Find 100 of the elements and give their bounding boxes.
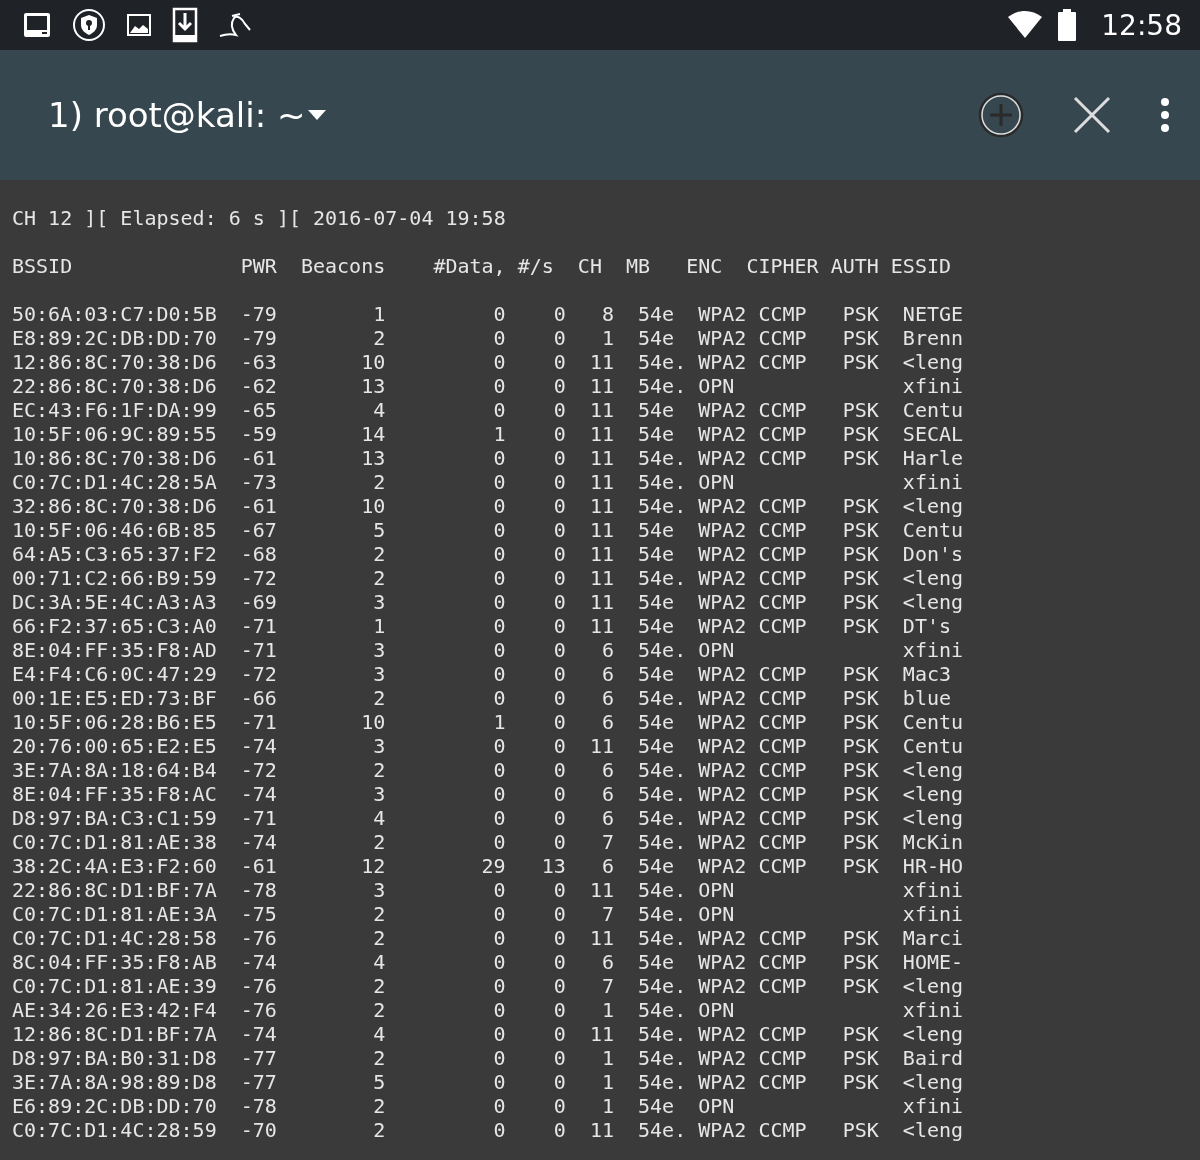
table-cell: 54e. bbox=[638, 902, 687, 926]
table-cell: -65 bbox=[240, 398, 277, 422]
table-cell: 11 bbox=[589, 446, 614, 470]
table-cell: -61 bbox=[240, 494, 277, 518]
table-cell: <leng bbox=[902, 350, 964, 374]
table-cell: 6 bbox=[601, 782, 614, 806]
table-cell: 0 bbox=[553, 734, 566, 758]
table-cell: PSK bbox=[842, 950, 879, 974]
table-cell: C0:7C:D1:4C:28:58 bbox=[12, 926, 217, 950]
table-cell: AE:34:26:E3:42:F4 bbox=[12, 998, 217, 1022]
table-cell: 0 bbox=[493, 1046, 506, 1070]
table-cell: 0 bbox=[553, 302, 566, 326]
table-cell: CCMP bbox=[758, 422, 807, 446]
table-cell: 11 bbox=[589, 542, 614, 566]
table-cell: C0:7C:D1:81:AE:39 bbox=[12, 974, 217, 998]
table-cell: 29 bbox=[481, 854, 506, 878]
table-cell: 66:F2:37:65:C3:A0 bbox=[12, 614, 217, 638]
add-session-button[interactable] bbox=[978, 92, 1024, 138]
table-cell: CCMP bbox=[758, 782, 807, 806]
table-cell: 54e. bbox=[638, 566, 687, 590]
table-cell: CCMP bbox=[758, 398, 807, 422]
table-cell: 0 bbox=[493, 374, 506, 398]
table-cell: 2 bbox=[373, 1046, 386, 1070]
table-cell: DC:3A:5E:4C:A3:A3 bbox=[12, 590, 217, 614]
table-cell: 2 bbox=[373, 686, 386, 710]
table-cell: 0 bbox=[493, 686, 506, 710]
table-cell: 38:2C:4A:E3:F2:60 bbox=[12, 854, 217, 878]
table-cell: -78 bbox=[240, 1094, 277, 1118]
table-cell: WPA2 bbox=[698, 1118, 747, 1142]
table-cell: 54e bbox=[638, 1094, 675, 1118]
table-cell: 0 bbox=[493, 758, 506, 782]
column-header: ENC bbox=[686, 254, 723, 278]
table-cell: PSK bbox=[842, 686, 879, 710]
table-cell: 0 bbox=[553, 998, 566, 1022]
table-cell: CCMP bbox=[758, 1046, 807, 1070]
table-cell: 0 bbox=[553, 830, 566, 854]
table-cell: WPA2 bbox=[698, 782, 747, 806]
table-cell: 54e. bbox=[638, 758, 687, 782]
table-cell: 54e bbox=[638, 518, 675, 542]
table-cell: <leng bbox=[902, 974, 964, 998]
table-cell: 54e bbox=[638, 710, 675, 734]
table-cell: CCMP bbox=[758, 302, 807, 326]
table-cell: 0 bbox=[553, 710, 566, 734]
table-cell: PSK bbox=[842, 614, 879, 638]
table-cell: CCMP bbox=[758, 734, 807, 758]
table-cell: 0 bbox=[493, 1070, 506, 1094]
column-header: MB bbox=[626, 254, 651, 278]
column-header: #Data, bbox=[433, 254, 506, 278]
table-cell: 54e. bbox=[638, 470, 687, 494]
table-cell: 00:71:C2:66:B9:59 bbox=[12, 566, 217, 590]
table-cell: -67 bbox=[240, 518, 277, 542]
table-cell: PSK bbox=[842, 566, 879, 590]
table-cell: 8C:04:FF:35:F8:AB bbox=[12, 950, 217, 974]
menu-button[interactable] bbox=[1160, 97, 1170, 133]
table-cell: 0 bbox=[553, 374, 566, 398]
table-cell: 0 bbox=[553, 446, 566, 470]
table-cell: -75 bbox=[240, 902, 277, 926]
table-cell: D8:97:BA:B0:31:D8 bbox=[12, 1046, 217, 1070]
table-cell: 0 bbox=[493, 662, 506, 686]
table-cell: 14 bbox=[361, 422, 386, 446]
table-cell: 7 bbox=[601, 830, 614, 854]
table-cell: Centu bbox=[902, 710, 964, 734]
table-cell: WPA2 bbox=[698, 662, 747, 686]
table-cell: 6 bbox=[601, 758, 614, 782]
table-cell: 22:86:8C:D1:BF:7A bbox=[12, 878, 217, 902]
table-cell: <leng bbox=[902, 1070, 964, 1094]
table-cell: 0 bbox=[493, 830, 506, 854]
table-cell: WPA2 bbox=[698, 734, 747, 758]
table-cell: PSK bbox=[842, 734, 879, 758]
table-cell: 64:A5:C3:65:37:F2 bbox=[12, 542, 217, 566]
table-cell: 0 bbox=[553, 350, 566, 374]
table-cell: SECAL bbox=[902, 422, 964, 446]
table-cell: 54e. bbox=[638, 686, 687, 710]
table-cell: 0 bbox=[553, 926, 566, 950]
table-cell: 0 bbox=[553, 590, 566, 614]
session-dropdown[interactable]: 1) root@kali: ~ bbox=[48, 95, 328, 135]
table-cell: 54e bbox=[638, 662, 675, 686]
table-cell: -74 bbox=[240, 830, 277, 854]
table-cell: PSK bbox=[842, 494, 879, 518]
table-cell: WPA2 bbox=[698, 302, 747, 326]
table-cell: CCMP bbox=[758, 614, 807, 638]
column-header: CIPHER bbox=[746, 254, 819, 278]
table-cell: 4 bbox=[373, 398, 386, 422]
table-cell: -72 bbox=[240, 566, 277, 590]
table-cell: WPA2 bbox=[698, 950, 747, 974]
table-cell: 0 bbox=[553, 614, 566, 638]
table-cell: 8E:04:FF:35:F8:AD bbox=[12, 638, 217, 662]
table-cell: 54e bbox=[638, 422, 675, 446]
close-button[interactable] bbox=[1072, 95, 1112, 135]
table-cell: 54e. bbox=[638, 638, 687, 662]
table-cell: PSK bbox=[842, 806, 879, 830]
column-header: AUTH bbox=[830, 254, 879, 278]
table-cell: 0 bbox=[553, 686, 566, 710]
table-cell: WPA2 bbox=[698, 710, 747, 734]
table-cell: 13 bbox=[361, 446, 386, 470]
table-cell: 0 bbox=[553, 758, 566, 782]
table-cell: 0 bbox=[493, 998, 506, 1022]
table-cell: CCMP bbox=[758, 494, 807, 518]
table-cell: Don's bbox=[902, 542, 964, 566]
table-cell: C0:7C:D1:81:AE:3A bbox=[12, 902, 217, 926]
